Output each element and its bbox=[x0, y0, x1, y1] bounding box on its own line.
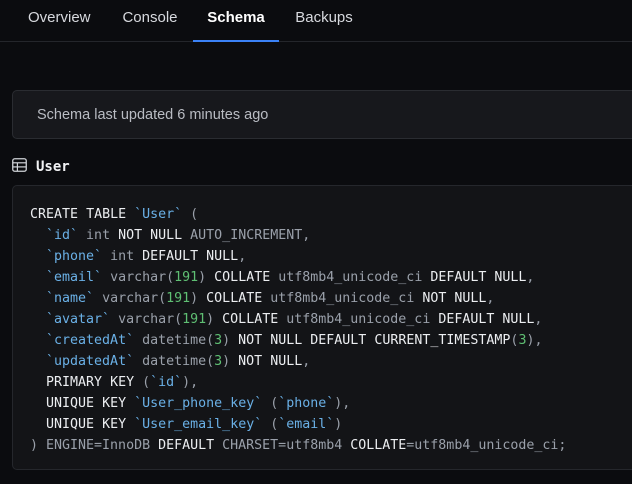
code-line: `avatar` varchar(191) COLLATE utf8mb4_un… bbox=[46, 312, 543, 327]
code-line: `updatedAt` datetime(3) NOT NULL, bbox=[46, 354, 311, 369]
schema-status-text: Schema last updated 6 minutes ago bbox=[37, 107, 269, 123]
code-line: UNIQUE KEY `User_phone_key` (`phone`), bbox=[46, 396, 351, 411]
tab-bar: Overview Console Schema Backups bbox=[0, 0, 632, 42]
schema-status-banner: Schema last updated 6 minutes ago bbox=[12, 90, 632, 139]
code-line: PRIMARY KEY (`id`), bbox=[46, 375, 199, 390]
code-line: UNIQUE KEY `User_email_key` (`email`) bbox=[46, 417, 343, 432]
code-line: `name` varchar(191) COLLATE utf8mb4_unic… bbox=[46, 291, 495, 306]
code-line: `createdAt` datetime(3) NOT NULL DEFAULT… bbox=[46, 333, 543, 348]
code-line: CREATE TABLE `User` ( bbox=[30, 207, 199, 222]
table-heading: User bbox=[12, 157, 70, 177]
table-icon bbox=[12, 157, 27, 177]
code-line: `id` int NOT NULL AUTO_INCREMENT, bbox=[46, 228, 311, 243]
schema-code-block: CREATE TABLE `User` ( `id` int NOT NULL … bbox=[12, 185, 632, 470]
code-line: `email` varchar(191) COLLATE utf8mb4_uni… bbox=[46, 270, 535, 285]
code-line: `phone` int DEFAULT NULL, bbox=[46, 249, 247, 264]
code-line: ) ENGINE=InnoDB DEFAULT CHARSET=utf8mb4 … bbox=[30, 438, 567, 453]
tab-console[interactable]: Console bbox=[122, 0, 178, 41]
tab-overview[interactable]: Overview bbox=[28, 0, 91, 41]
tab-schema[interactable]: Schema bbox=[193, 0, 279, 42]
table-name: User bbox=[36, 159, 70, 175]
active-tab-indicator bbox=[193, 40, 279, 42]
sql-code: CREATE TABLE `User` ( `id` int NOT NULL … bbox=[30, 204, 566, 456]
tab-backups[interactable]: Backups bbox=[295, 0, 353, 41]
